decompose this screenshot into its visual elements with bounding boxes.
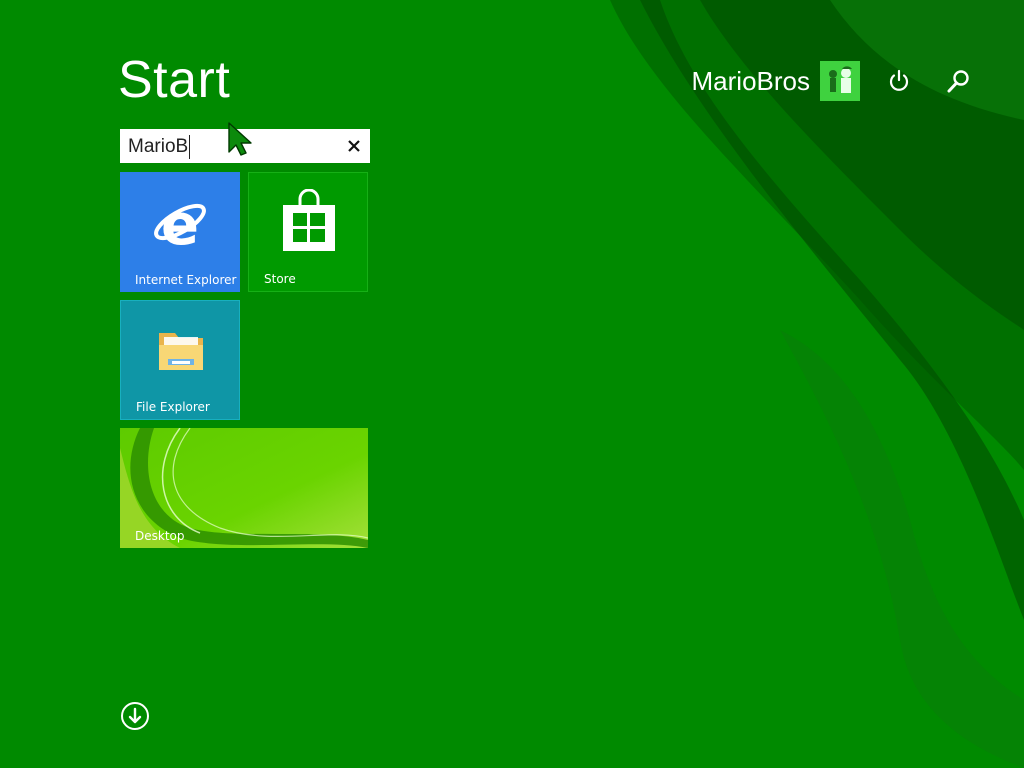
clear-search-icon[interactable] [344, 136, 364, 156]
search-input-value[interactable]: MarioB [128, 135, 191, 159]
tile-label: Store [264, 272, 296, 286]
search-icon[interactable] [943, 67, 973, 97]
user-account[interactable]: MarioBros [692, 61, 860, 101]
tile-file-explorer[interactable]: File Explorer [120, 300, 240, 420]
store-bag-icon [283, 189, 335, 251]
user-name[interactable]: MarioBros [692, 66, 810, 97]
tile-desktop[interactable]: Desktop [120, 428, 368, 548]
start-title: Start [118, 51, 231, 109]
power-icon[interactable] [884, 66, 914, 96]
tile-internet-explorer[interactable]: e Internet Explorer [120, 172, 240, 292]
tile-label: Internet Explorer [135, 273, 237, 287]
tile-label: File Explorer [136, 400, 210, 414]
all-apps-arrow-icon[interactable] [120, 701, 150, 731]
tile-store[interactable]: Store [248, 172, 368, 292]
internet-explorer-icon: e [154, 194, 206, 254]
tile-label: Desktop [135, 529, 185, 543]
user-avatar[interactable] [820, 61, 860, 101]
folder-icon [159, 333, 203, 370]
mouse-cursor-icon [228, 122, 252, 156]
